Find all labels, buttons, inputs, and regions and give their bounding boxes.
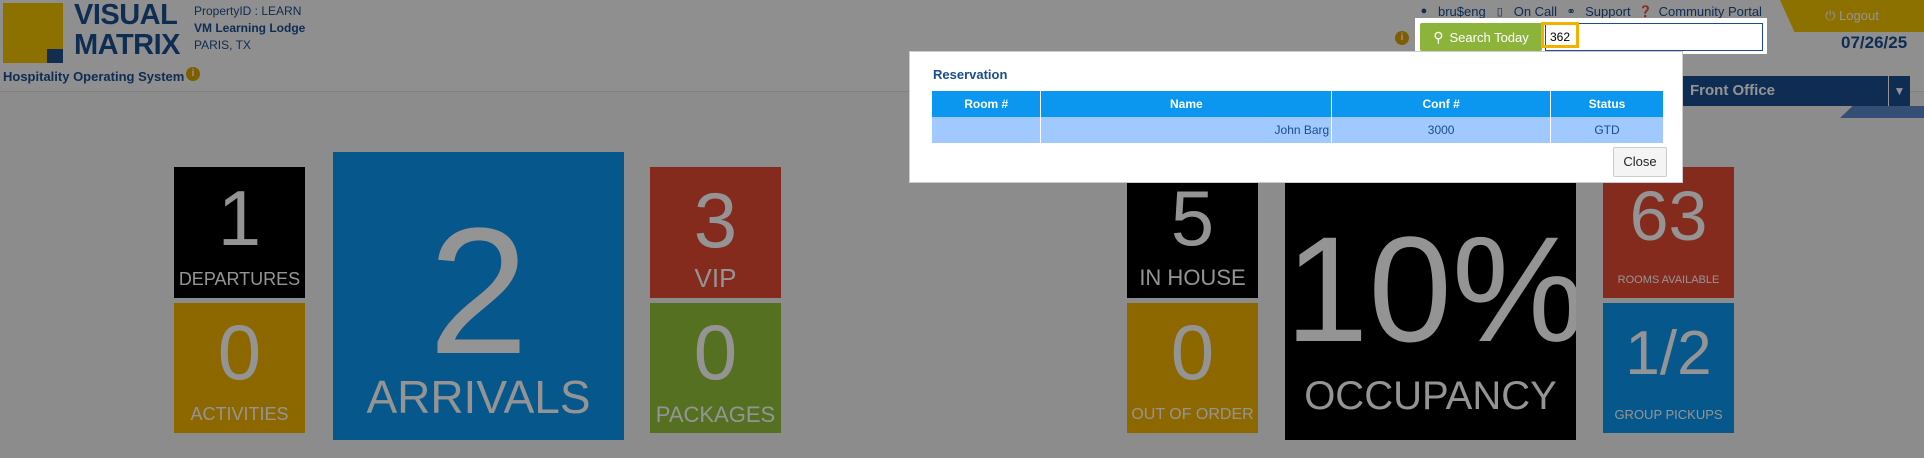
column-header-room[interactable]: Room #: [932, 91, 1042, 117]
search-input-highlight: [1541, 22, 1579, 48]
close-button[interactable]: Close: [1613, 147, 1667, 177]
popup-title: Reservation: [933, 67, 1008, 82]
column-header-status[interactable]: Status: [1550, 91, 1664, 117]
search-icon: ⚲: [1433, 29, 1444, 45]
cell-name: John Barg: [1040, 117, 1333, 143]
search-today-button[interactable]: ⚲ Search Today: [1420, 23, 1542, 51]
search-today-label: Search Today: [1449, 30, 1529, 45]
search-bar: ⚲ Search Today: [1415, 18, 1767, 54]
column-header-conf[interactable]: Conf #: [1331, 91, 1552, 117]
cell-status: GTD: [1550, 117, 1664, 143]
cell-conf: 3000: [1331, 117, 1552, 143]
reservation-table: Room # Name Conf # Status John Barg 3000…: [932, 91, 1664, 143]
reservation-popup: Reservation Room # Name Conf # Status Jo…: [910, 52, 1682, 182]
cell-room: [932, 117, 1042, 143]
column-header-name[interactable]: Name: [1040, 91, 1333, 117]
table-row[interactable]: John Barg 3000 GTD: [932, 117, 1664, 143]
